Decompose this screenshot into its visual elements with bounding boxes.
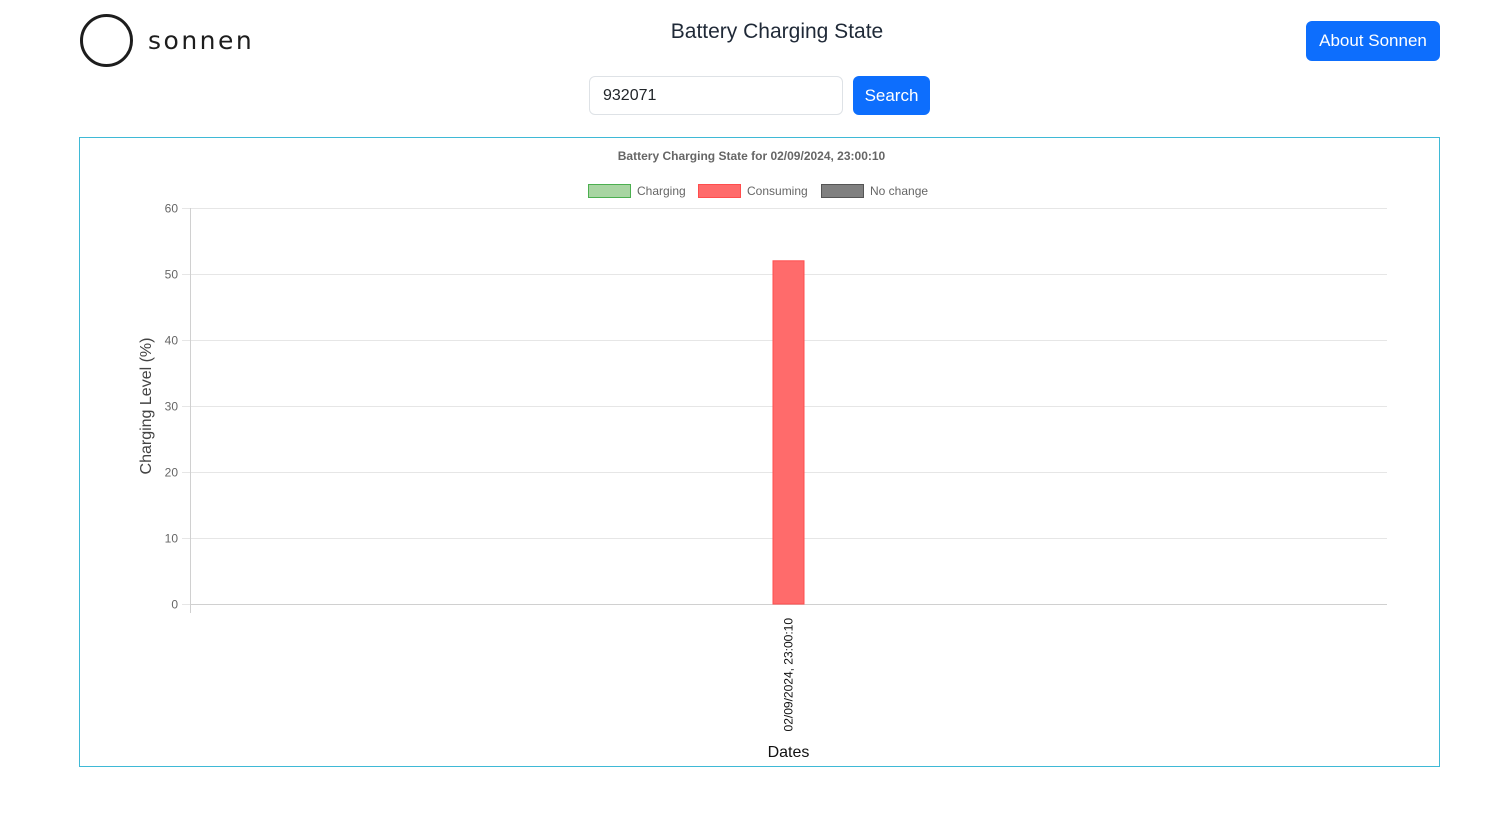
page-title: Battery Charging State (670, 20, 884, 43)
ytick-label-0: 0 (171, 598, 178, 612)
search-button[interactable]: Search (853, 76, 930, 115)
legend-swatch-charging (588, 184, 631, 198)
chart-container: Battery Charging State for 02/09/2024, 2… (79, 137, 1440, 767)
ytick-label-30: 30 (165, 400, 179, 414)
legend-swatch-consuming (698, 184, 741, 198)
chart-title: Battery Charging State for 02/09/2024, 2… (618, 149, 886, 163)
search-input[interactable] (589, 76, 843, 115)
logo-ring-icon (80, 14, 133, 67)
ytick-label-50: 50 (165, 268, 179, 282)
logo-text: sonnen (148, 26, 255, 55)
legend-swatch-nochange (821, 184, 864, 198)
legend-label-charging: Charging (637, 184, 686, 198)
x-axis-label: Dates (768, 744, 810, 761)
sonnen-logo[interactable]: sonnen (80, 14, 254, 67)
about-sonnen-button[interactable]: About Sonnen (1306, 21, 1440, 61)
battery-chart: Battery Charging State for 02/09/2024, 2… (138, 149, 1387, 761)
legend-label-nochange: No change (870, 184, 928, 198)
xtick-label-0: 02/09/2024, 23:00:10 (782, 618, 796, 732)
ytick-label-60: 60 (165, 202, 179, 216)
ytick-label-10: 10 (165, 532, 179, 546)
y-axis-label: Charging Level (%) (138, 338, 155, 475)
bar-0 (772, 260, 805, 605)
ytick-label-40: 40 (165, 334, 179, 348)
legend-label-consuming: Consuming (747, 184, 808, 198)
ytick-label-20: 20 (165, 466, 179, 480)
